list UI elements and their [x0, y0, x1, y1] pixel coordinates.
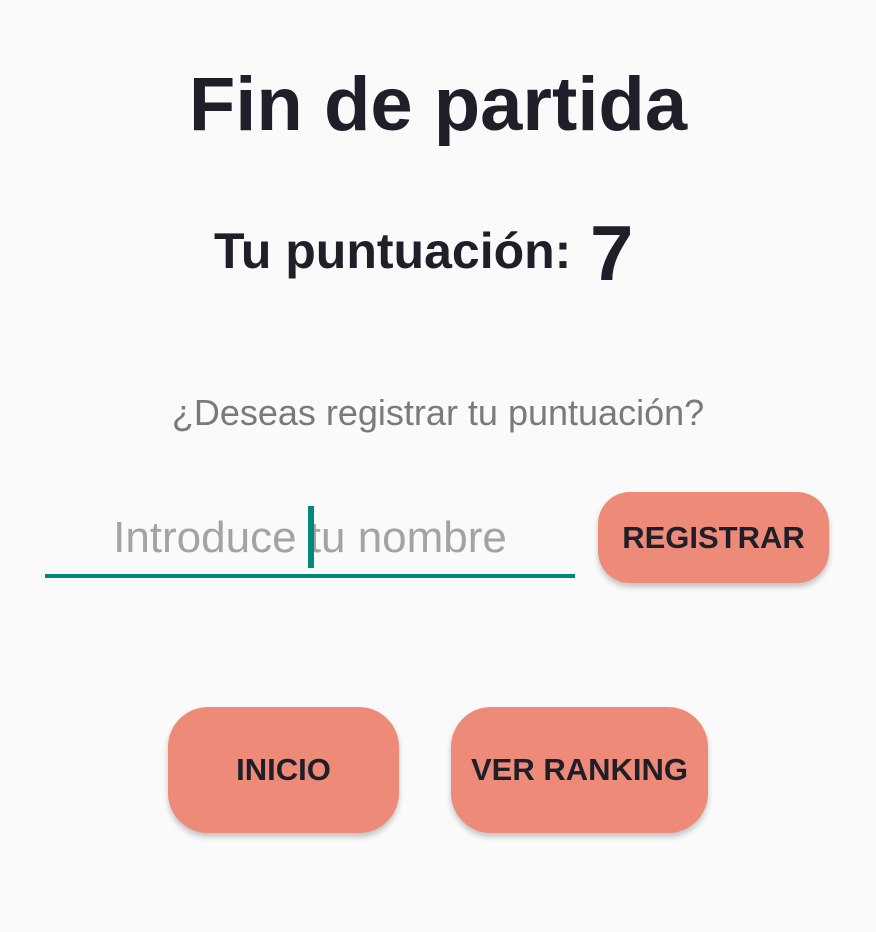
register-button[interactable]: REGISTRAR: [598, 492, 829, 583]
register-prompt: ¿Deseas registrar tu puntuación?: [171, 392, 705, 433]
view-ranking-button[interactable]: VER RANKING: [451, 707, 708, 833]
home-button[interactable]: INICIO: [168, 707, 399, 833]
name-field: [45, 500, 575, 578]
text-caret: [308, 506, 314, 568]
score-value: 7: [590, 209, 634, 297]
score-label: Tu puntuación:: [214, 223, 572, 279]
page-title: Fin de partida: [188, 62, 688, 147]
